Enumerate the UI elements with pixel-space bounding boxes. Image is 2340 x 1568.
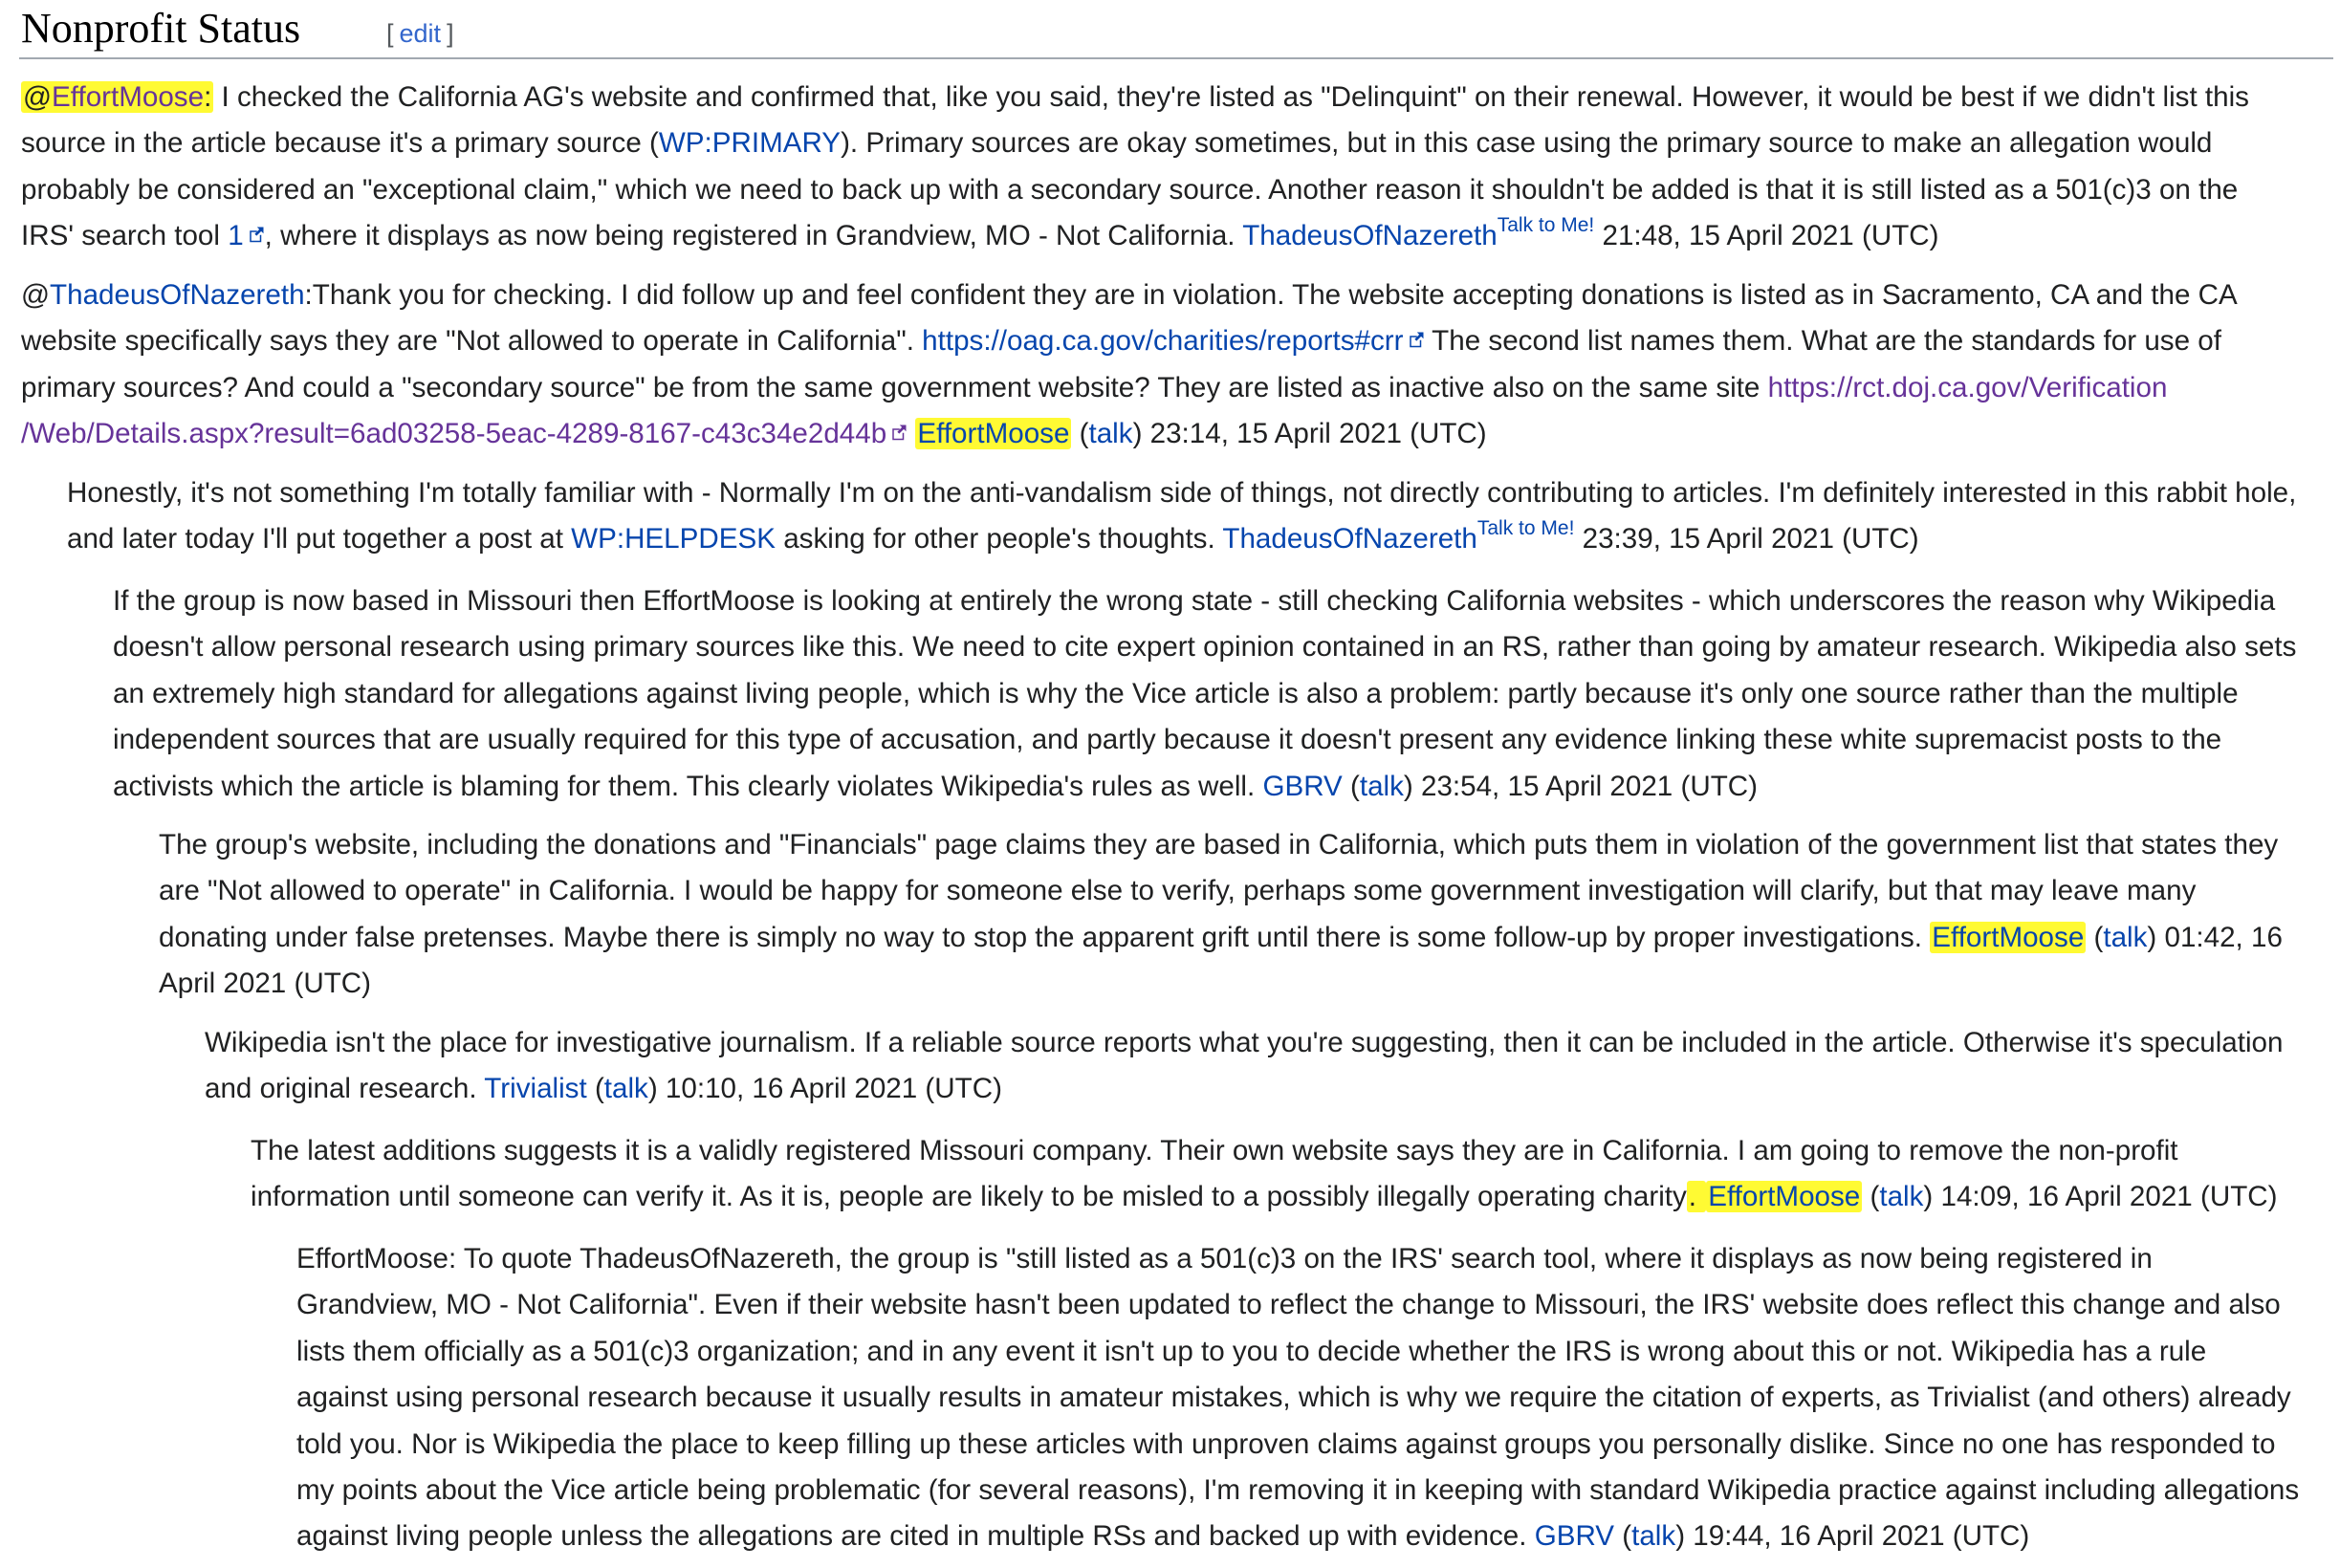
ping-link-effortmoose[interactable]: EffortMoose (52, 81, 204, 113)
signature-user-link[interactable]: EffortMoose (915, 418, 1072, 450)
comment-thadeus-reply: Honestly, it's not something I'm totally… (67, 470, 2335, 563)
external-link-1[interactable]: 1 (228, 220, 264, 251)
signature-user-link[interactable]: GBRV (1262, 771, 1342, 802)
comment-thadeus-ping: @ThadeusOfNazereth:Thank you for checkin… (21, 272, 2335, 458)
timestamp: ) 19:44, 16 April 2021 (UTC) (1675, 1520, 2030, 1553)
signature-talk-link[interactable]: talk (2103, 922, 2147, 953)
signature-talk-link[interactable]: talk (1879, 1181, 1923, 1212)
signature-user-link[interactable]: ThadeusOfNazereth (1222, 523, 1477, 555)
comment-text: If the group is now based in Missouri th… (113, 585, 2297, 802)
comment-effortmoose-2: The group's website, including the donat… (159, 822, 2335, 1008)
timestamp: ) 23:54, 15 April 2021 (UTC) (1403, 770, 1759, 802)
edit-section-link[interactable]: edit (400, 19, 442, 48)
signature-talk-link[interactable]: Talk to Me! (1477, 517, 1575, 539)
signature-talk-link[interactable]: Talk to Me! (1498, 214, 1595, 236)
paren-open: ( (586, 1073, 604, 1105)
timestamp: ) 23:14, 15 April 2021 (UTC) (1132, 418, 1487, 450)
paren-open: ( (1614, 1520, 1632, 1553)
signature-user-link[interactable]: GBRV (1535, 1520, 1614, 1552)
paren-open: ( (2086, 921, 2104, 953)
comment-gbrv-1: If the group is now based in Missouri th… (113, 578, 2335, 810)
comment-effortmoose-3: The latest additions suggests it is a va… (251, 1128, 2335, 1221)
url-label: https://oag.ca.gov/charities/reports#crr (922, 325, 1404, 358)
section-heading: Nonprofit Status [edit] (19, 0, 2333, 59)
edit-section: [edit] (386, 19, 454, 49)
signature-user-link[interactable]: EffortMoose (1930, 921, 2087, 953)
signature-user-link[interactable]: Trivialist (484, 1073, 586, 1104)
external-link-icon (248, 226, 265, 243)
signature-talk-link[interactable]: talk (1089, 418, 1133, 449)
paren-open: ( (1071, 418, 1089, 450)
ping-colon: : (204, 81, 212, 113)
ping-at: @ (23, 81, 53, 113)
paren-open: ( (1862, 1181, 1880, 1213)
ping-at: @ (21, 279, 51, 311)
timestamp: ) 14:09, 16 April 2021 (UTC) (1923, 1181, 2278, 1213)
paren-open: ( (1342, 770, 1360, 802)
comment-gbrv-2: EffortMoose: To quote ThadeusOfNazereth,… (296, 1236, 2335, 1560)
comment-effortmoose-ping: @EffortMoose: I checked the California A… (21, 75, 2335, 260)
comment-text: EffortMoose: To quote ThadeusOfNazereth,… (296, 1243, 2300, 1553)
timestamp: 21:48, 15 April 2021 (UTC) (1594, 220, 1939, 252)
wp-helpdesk-link[interactable]: WP:HELPDESK (571, 523, 776, 555)
comment-text: , where it displays as now being registe… (264, 220, 1243, 252)
ping-highlight: @EffortMoose: (21, 81, 214, 113)
edit-bracket-open: [ (386, 19, 394, 48)
signature-talk-link[interactable]: talk (1631, 1520, 1675, 1552)
external-link-icon (1408, 331, 1425, 348)
signature-user-link[interactable]: ThadeusOfNazereth (1242, 220, 1498, 251)
timestamp: 23:39, 15 April 2021 (UTC) (1574, 523, 1919, 555)
edit-bracket-close: ] (447, 19, 454, 48)
talk-page: Nonprofit Status [edit] @EffortMoose: I … (0, 0, 2340, 1568)
ping-link-thadeus[interactable]: ThadeusOfNazereth (50, 279, 305, 311)
external-link-label: 1 (228, 220, 244, 252)
comment-text: asking for other people's thoughts. (775, 523, 1223, 555)
external-link-icon (890, 424, 908, 441)
comment-trivialist: Wikipedia isn't the place for investigat… (205, 1020, 2335, 1113)
signature-user-link[interactable]: EffortMoose (1706, 1181, 1863, 1213)
oag-url-link[interactable]: https://oag.ca.gov/charities/reports#crr (922, 325, 1424, 357)
signature-talk-link[interactable]: talk (604, 1073, 648, 1104)
wp-primary-link[interactable]: WP:PRIMARY (659, 127, 841, 159)
signature-talk-link[interactable]: talk (1360, 771, 1404, 802)
highlighted-period: . (1686, 1181, 1707, 1213)
timestamp: ) 10:10, 16 April 2021 (UTC) (647, 1073, 1002, 1105)
section-title: Nonprofit Status (21, 5, 301, 52)
